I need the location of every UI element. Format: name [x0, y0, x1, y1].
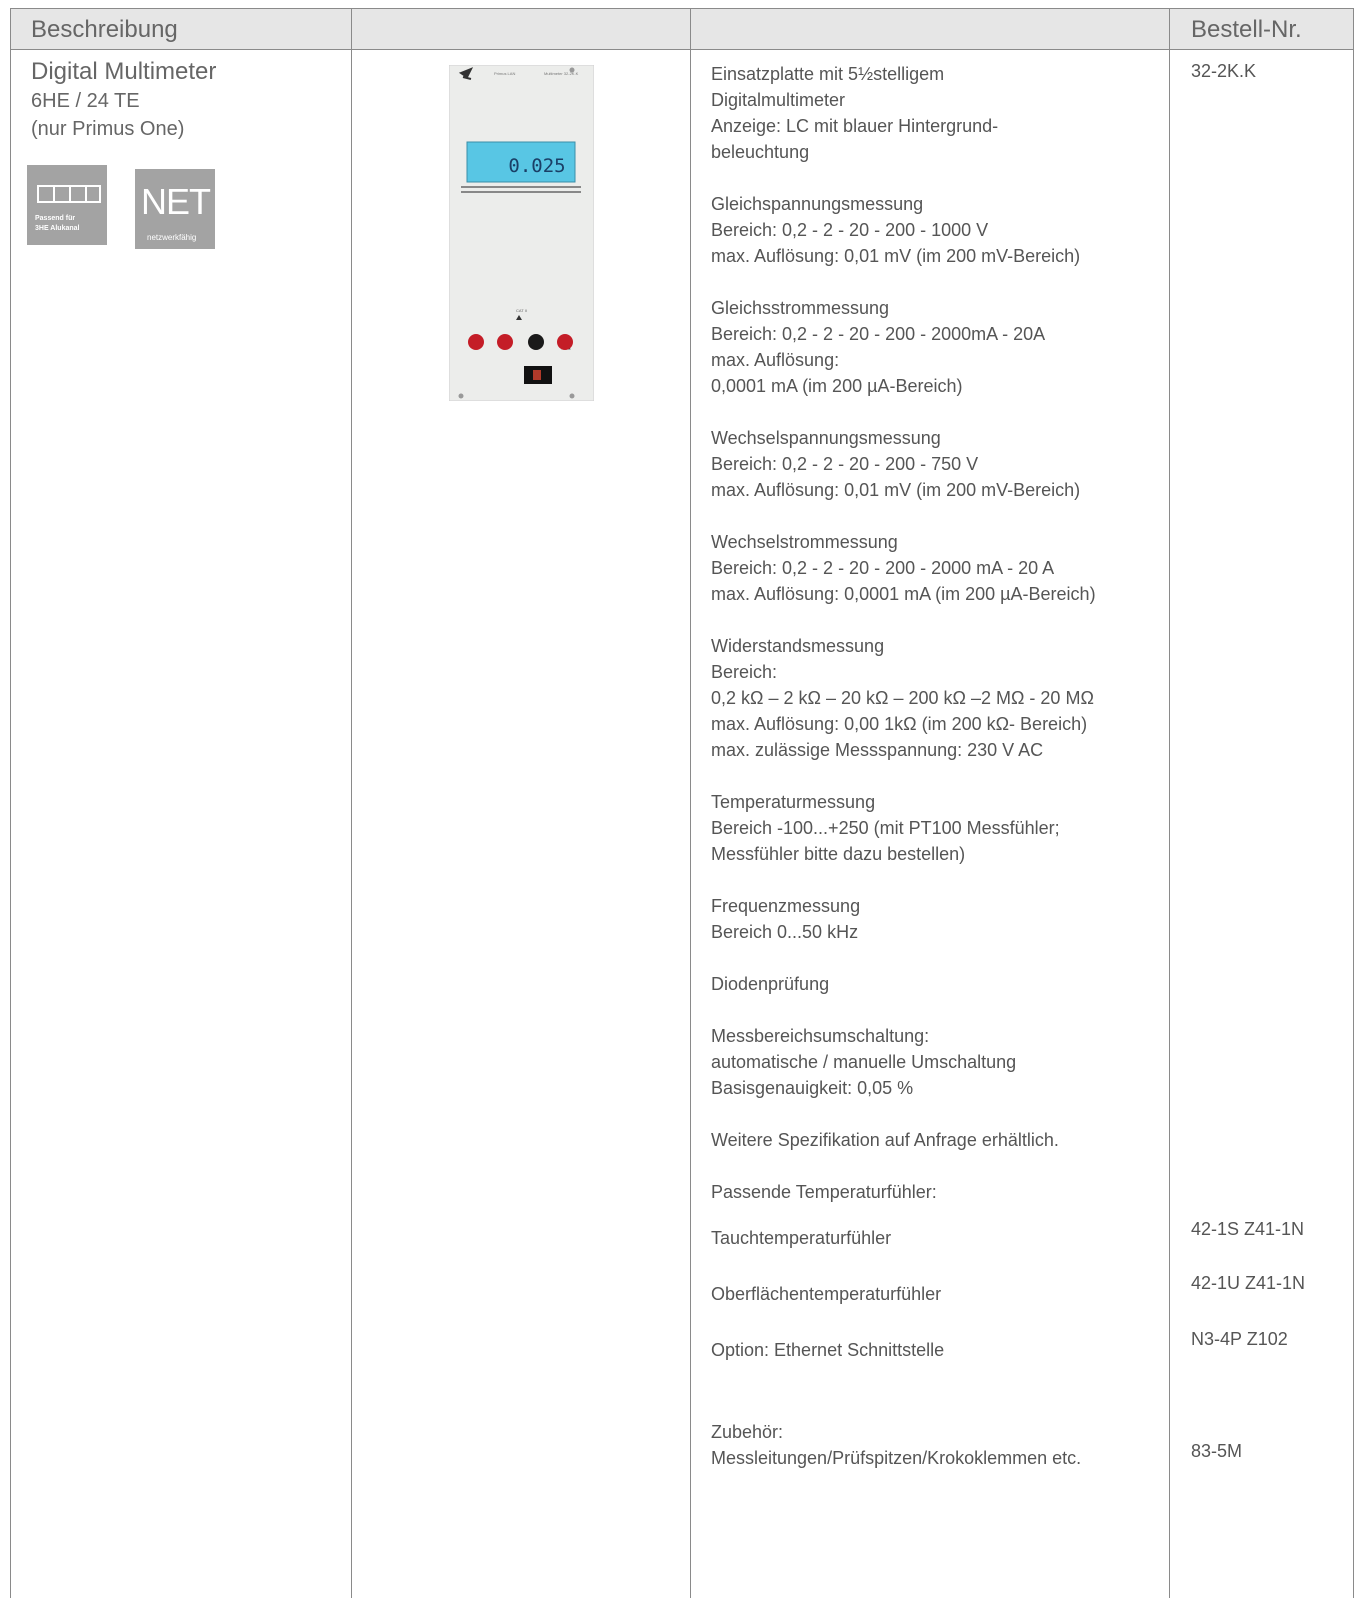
zubehoer-label: Messleitungen/Prüfspitzen/Krokoklemmen e…: [711, 1448, 1082, 1468]
spec-block: Wechselstrommessung Bereich: 0,2 - 2 - 20…: [711, 529, 1171, 607]
spec-line: Bereich: 0,2 - 2 - 20 - 200 - 2000mA - 2…: [711, 324, 1046, 344]
accessory-item: Tauchtemperaturfühler: [711, 1228, 892, 1248]
order-number: 42-1S Z41-1N: [1191, 1219, 1305, 1239]
input-jack-red: [497, 334, 513, 350]
spec-line: Einsatzplatte mit 5½stelligem: [711, 64, 945, 84]
spec-line: beleuchtung: [711, 142, 810, 162]
network-badge: NET netzwerkfähig: [135, 169, 215, 249]
spec-line: Bereich: 0,2 - 2 - 20 - 200 - 750 V: [711, 454, 979, 474]
spec-line: Bereich 0...50 kHz: [711, 922, 859, 942]
screw-icon: [458, 393, 464, 399]
spec-line: max. Auflösung: 0,0001 mA (im 200 µA-Ber…: [711, 584, 1096, 604]
spec-line: max. Auflösung: 0,00 1kΩ (im 200 kΩ- Ber…: [711, 714, 1088, 734]
spec-line: max. Auflösung: 0,01 mV (im 200 mV-Berei…: [711, 246, 1081, 266]
spec-list: Einsatzplatte mit 5½stelligem Digitalmult…: [711, 61, 1171, 1153]
product-table: Beschreibung Bestell-Nr. Digital Multime…: [10, 8, 1354, 1598]
rail-badge-line2: 3HE Alukanal: [35, 225, 80, 232]
header-description: Beschreibung: [31, 16, 178, 43]
net-badge-title: NET: [141, 181, 211, 222]
input-jack-red: [468, 334, 484, 350]
column-divider: [351, 9, 352, 1598]
accessory-rows: Tauchtemperaturfühler Oberflächentempera…: [711, 1225, 1171, 1471]
spec-line: max. Auflösung: 0,01 mV (im 200 mV-Berei…: [711, 480, 1081, 500]
spec-line: Messbereichsumschaltung:: [711, 1026, 930, 1046]
spec-line: max. zulässige Messspannung: 230 V AC: [711, 740, 1044, 760]
rail-icon: [37, 185, 101, 203]
spec-line: Gleichspannungsmessung: [711, 194, 924, 214]
zubehoer-heading: Zubehör:: [711, 1422, 784, 1442]
temp-sensors-heading: Passende Temperaturfühler:: [711, 1182, 937, 1202]
input-jack-com: [528, 334, 544, 350]
order-number: 42-1U Z41-1N: [1191, 1273, 1306, 1293]
spec-line: Temperaturmessung: [711, 792, 876, 812]
screw-icon: [569, 393, 575, 399]
spec-block: Weitere Spezifikation auf Anfrage erhält…: [711, 1127, 1171, 1153]
spec-block: Widerstandsmessung Bereich: 0,2 kΩ – 2 kΩ …: [711, 633, 1171, 763]
spec-line: Weitere Spezifikation auf Anfrage erhält…: [711, 1130, 1059, 1150]
spec-line: Basisgenauigkeit: 0,05 %: [711, 1078, 914, 1098]
spec-line: Digitalmultimeter: [711, 90, 846, 110]
spec-line: Anzeige: LC mit blauer Hintergrund-: [711, 116, 999, 136]
svg-text:CAT II: CAT II: [516, 308, 527, 313]
spec-line: automatische / manuelle Umschaltung: [711, 1052, 1017, 1072]
rail-badge-line1: Passend für: [35, 215, 76, 222]
order-number: N3-4P Z102: [1191, 1329, 1288, 1349]
spec-block: Gleichspannungsmessung Bereich: 0,2 - 2 -…: [711, 191, 1171, 269]
spec-line: Wechselstrommessung: [711, 532, 898, 552]
spec-block: Diodenprüfung: [711, 971, 1171, 997]
spec-block: Temperaturmessung Bereich -100...+250 (mi…: [711, 789, 1171, 867]
product-title: Digital Multimeter: [31, 58, 217, 85]
multimeter-device-image: Primus LAN Multimeter 32-2K.K 0.025 CAT …: [449, 65, 594, 401]
spec-line: Widerstandsmessung: [711, 636, 885, 656]
column-divider: [690, 9, 691, 1598]
spec-block: Wechselspannungsmessung Bereich: 0,2 - 2 …: [711, 425, 1171, 503]
accessory-item: Option: Ethernet Schnittstelle: [711, 1340, 945, 1360]
input-jack-red: [557, 334, 573, 350]
rail-compatibility-badge: Passend für 3HE Alukanal: [27, 165, 107, 245]
spec-line: Frequenzmessung: [711, 896, 861, 916]
device-brand-left: Primus LAN: [494, 71, 515, 76]
spec-line: Bereich: 0,2 - 2 - 20 - 200 - 2000 mA - …: [711, 558, 1055, 578]
spec-block: Messbereichsumschaltung: automatische / m…: [711, 1023, 1171, 1101]
table-header: Beschreibung Bestell-Nr.: [11, 9, 1353, 50]
display-value: 0.025: [508, 155, 565, 177]
spec-column: Einsatzplatte mit 5½stelligem Digitalmult…: [711, 61, 1171, 1231]
spec-line: 0,0001 mA (im 200 µA-Bereich): [711, 376, 963, 396]
product-note: (nur Primus One): [31, 118, 185, 140]
spec-block: Gleichsstrommessung Bereich: 0,2 - 2 - 20…: [711, 295, 1171, 399]
spec-line: Bereich -100...+250 (mit PT100 Messfühle…: [711, 818, 1060, 838]
spec-line: Gleichsstrommessung: [711, 298, 890, 318]
spec-line: 0,2 kΩ – 2 kΩ – 20 kΩ – 200 kΩ –2 MΩ - 2…: [711, 688, 1094, 708]
product-info: Digital Multimeter 6HE / 24 TE (nur Prim…: [31, 57, 216, 143]
net-badge-subtitle: netzwerkfähig: [147, 233, 197, 242]
spec-line: Bereich:: [711, 662, 778, 682]
product-size: 6HE / 24 TE: [31, 90, 140, 112]
screw-icon: [569, 67, 575, 73]
main-order-number: 32-2K.K: [1191, 61, 1257, 81]
order-number: 83-5M: [1191, 1441, 1243, 1461]
header-order-no: Bestell-Nr.: [1191, 16, 1302, 43]
accessory-item: Oberflächentemperaturfühler: [711, 1284, 942, 1304]
spec-line: Diodenprüfung: [711, 974, 830, 994]
spec-line: max. Auflösung:: [711, 350, 840, 370]
spec-block: Frequenzmessung Bereich 0...50 kHz: [711, 893, 1171, 945]
spec-line: Messfühler bitte dazu bestellen): [711, 844, 966, 864]
spec-block: Einsatzplatte mit 5½stelligem Digitalmult…: [711, 61, 1171, 165]
spec-line: Bereich: 0,2 - 2 - 20 - 200 - 1000 V: [711, 220, 989, 240]
spec-line: Wechselspannungsmessung: [711, 428, 941, 448]
